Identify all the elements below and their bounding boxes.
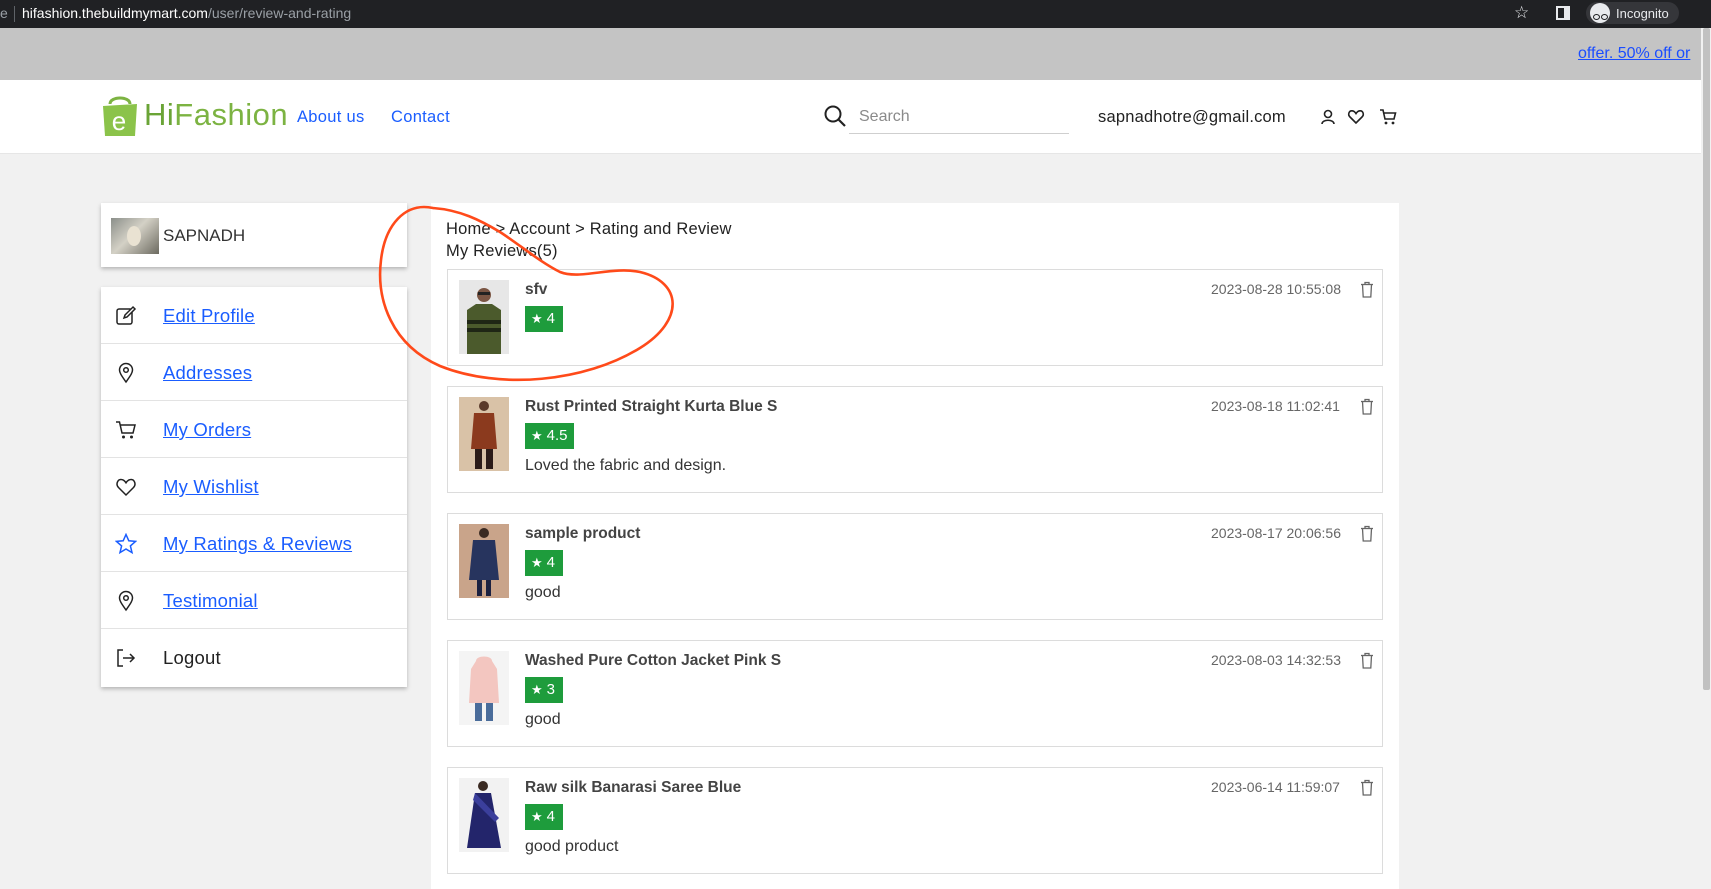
- review-card: Rust Printed Straight Kurta Blue S ★ 4.5 …: [447, 386, 1383, 493]
- review-product-name[interactable]: Washed Pure Cotton Jacket Pink S: [525, 652, 781, 670]
- product-thumbnail[interactable]: [459, 651, 509, 725]
- sidebar-item-label: Testimonial: [163, 590, 258, 611]
- nav-contact[interactable]: Contact: [391, 108, 450, 127]
- cart-icon[interactable]: [1379, 108, 1397, 126]
- review-product-name[interactable]: Raw silk Banarasi Saree Blue: [525, 779, 741, 797]
- star-icon: ★: [531, 809, 543, 824]
- star-icon: [115, 533, 137, 555]
- user-email[interactable]: sapnadhotre@gmail.com: [1098, 108, 1286, 127]
- review-date: 2023-08-03 14:32:53: [1211, 652, 1341, 668]
- sidebar-item-logout[interactable]: Logout: [101, 629, 407, 686]
- breadcrumb: Home > Account > Rating and Review: [446, 220, 732, 238]
- url-field[interactable]: hifashion.thebuildmymart.com/user/review…: [22, 5, 351, 21]
- location-pin-icon: [118, 590, 134, 612]
- reviews-panel: Home > Account > Rating and Review My Re…: [431, 203, 1399, 889]
- review-text: Loved the fabric and design.: [525, 457, 727, 474]
- url-host: hifashion.thebuildmymart.com: [22, 5, 208, 21]
- review-card: sfv ★ 4 2023-08-28 10:55:08: [447, 269, 1383, 366]
- review-card: Washed Pure Cotton Jacket Pink S ★ 3 good…: [447, 640, 1383, 747]
- delete-trash-icon[interactable]: [1360, 779, 1374, 796]
- incognito-badge[interactable]: Incognito: [1586, 2, 1679, 24]
- review-product-name[interactable]: Rust Printed Straight Kurta Blue S: [525, 398, 777, 416]
- sidebar-item-my-wishlist[interactable]: My Wishlist: [101, 458, 407, 515]
- edit-icon: [116, 305, 137, 325]
- star-icon: ★: [531, 682, 543, 697]
- sidebar-item-label: Logout: [163, 647, 221, 668]
- page-title: My Reviews(5): [446, 242, 558, 260]
- review-text: good: [525, 584, 561, 601]
- tab-fragment: e: [0, 5, 8, 21]
- incognito-label: Incognito: [1616, 5, 1669, 21]
- product-thumbnail[interactable]: [459, 778, 509, 852]
- site-header: e HiFashion About us Contact sapnadhotre…: [0, 80, 1701, 154]
- sidebar-item-my-orders[interactable]: My Orders: [101, 401, 407, 458]
- search-input[interactable]: [849, 100, 1069, 134]
- profile-username: SAPNADH: [163, 226, 246, 245]
- sidebar-item-label: My Wishlist: [163, 476, 259, 497]
- sidebar-item-testimonial[interactable]: Testimonial: [101, 572, 407, 629]
- star-icon: ★: [531, 555, 543, 570]
- sidebar-item-label: Edit Profile: [163, 305, 255, 326]
- rating-badge: ★ 4: [525, 550, 563, 576]
- heart-icon[interactable]: [1347, 108, 1365, 126]
- rating-badge: ★ 4: [525, 804, 563, 830]
- delete-trash-icon[interactable]: [1360, 281, 1374, 298]
- brand-name: HiFashion: [144, 97, 289, 132]
- product-thumbnail[interactable]: [459, 524, 509, 598]
- side-panel-icon[interactable]: [1556, 6, 1570, 20]
- logout-icon: [117, 649, 136, 667]
- svg-text:e: e: [112, 106, 126, 136]
- review-text: good: [525, 711, 561, 728]
- review-product-name[interactable]: sfv: [525, 281, 547, 299]
- product-thumbnail[interactable]: [459, 280, 509, 354]
- scrollbar-thumb[interactable]: [1703, 28, 1710, 690]
- review-card: sample product ★ 4 good 2023-08-17 20:06:…: [447, 513, 1383, 620]
- profile-card: SAPNADH: [101, 203, 407, 267]
- rating-badge: ★ 3: [525, 677, 563, 703]
- page-scrollbar[interactable]: [1701, 28, 1711, 889]
- cart-icon: [116, 421, 136, 439]
- review-date: 2023-08-18 11:02:41: [1211, 398, 1340, 414]
- sidebar-item-label: My Ratings & Reviews: [163, 533, 353, 554]
- search-icon[interactable]: [823, 104, 847, 128]
- bookmark-star-icon[interactable]: ☆: [1514, 3, 1529, 23]
- sidebar-item-label: Addresses: [163, 362, 253, 383]
- url-path: /user/review-and-rating: [207, 5, 352, 21]
- sidebar-item-edit-profile[interactable]: Edit Profile: [101, 287, 407, 344]
- search-bar: [823, 100, 1069, 134]
- heart-icon: [116, 478, 136, 497]
- sidebar-item-addresses[interactable]: Addresses: [101, 344, 407, 401]
- delete-trash-icon[interactable]: [1360, 525, 1374, 542]
- nav-about-us[interactable]: About us: [297, 108, 365, 127]
- avatar: [111, 218, 159, 254]
- location-pin-icon: [118, 362, 134, 384]
- rating-badge: ★ 4.5: [525, 423, 574, 449]
- delete-trash-icon[interactable]: [1360, 398, 1374, 415]
- browser-address-bar: e hifashion.thebuildmymart.com/user/revi…: [0, 0, 1711, 28]
- review-product-name[interactable]: sample product: [525, 525, 640, 543]
- incognito-icon: [1590, 3, 1610, 23]
- user-icon[interactable]: [1319, 108, 1337, 126]
- divider: [14, 6, 15, 22]
- promo-banner: offer. 50% off or: [0, 28, 1711, 80]
- delete-trash-icon[interactable]: [1360, 652, 1374, 669]
- account-sidebar-menu: Edit Profile Addresses My Orders My Wish…: [101, 287, 407, 687]
- shopping-bag-logo-icon: e: [103, 96, 137, 136]
- star-icon: ★: [531, 428, 543, 443]
- sidebar-item-my-ratings-reviews[interactable]: My Ratings & Reviews: [101, 515, 407, 572]
- rating-badge: ★ 4: [525, 306, 563, 332]
- product-thumbnail[interactable]: [459, 397, 509, 471]
- review-date: 2023-08-17 20:06:56: [1211, 525, 1341, 541]
- promo-link[interactable]: offer. 50% off or: [1578, 45, 1690, 63]
- star-icon: ★: [531, 311, 543, 326]
- review-date: 2023-08-28 10:55:08: [1211, 281, 1341, 297]
- brand-logo[interactable]: e HiFashion: [100, 92, 288, 138]
- review-card: Raw silk Banarasi Saree Blue ★ 4 good pro…: [447, 767, 1383, 874]
- sidebar-item-label: My Orders: [163, 419, 252, 440]
- review-date: 2023-06-14 11:59:07: [1211, 779, 1340, 795]
- review-text: good product: [525, 838, 619, 855]
